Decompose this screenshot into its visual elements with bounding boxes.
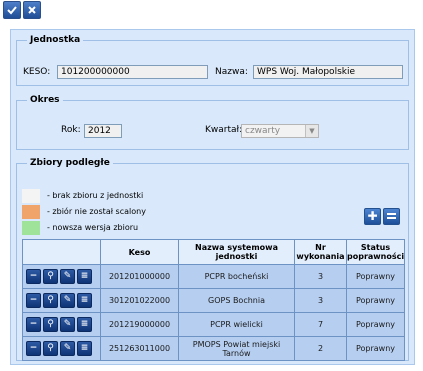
checkmark-icon: [7, 6, 17, 15]
cell-nr: 2: [294, 336, 347, 361]
cell-status: Poprawny: [346, 312, 405, 337]
keso-field[interactable]: 101200000000: [57, 65, 208, 79]
search-icon: ⚲: [47, 271, 54, 281]
cell-status: Poprawny: [346, 288, 405, 313]
header-actions: [22, 239, 101, 265]
details-button[interactable]: ≡: [77, 317, 92, 332]
cell-keso: 301201022000: [100, 288, 179, 313]
legend-swatch-brak: [22, 189, 40, 203]
search-button[interactable]: ⚲: [43, 293, 58, 308]
pencil-icon: ✎: [63, 343, 72, 353]
table-row[interactable]: − ⚲ ✎ ≡ 201201000000 PCPR bocheński 3 Po…: [22, 264, 405, 289]
header-status: Status poprawności: [346, 239, 405, 265]
table-header: Keso Nazwa systemowa jednostki Nr wykona…: [22, 239, 405, 265]
cell-status: Poprawny: [346, 264, 405, 289]
details-icon: ≡: [80, 319, 89, 329]
cell-keso: 201201000000: [100, 264, 179, 289]
list-icon: [387, 213, 396, 219]
close-button[interactable]: [23, 1, 41, 19]
edit-button[interactable]: ✎: [60, 293, 75, 308]
toolbar: [0, 0, 423, 25]
add-subunit-button[interactable]: ✚: [364, 208, 381, 225]
table-row[interactable]: − ⚲ ✎ ≡ 251263011000 PMOPS Powiat miejsk…: [22, 336, 405, 361]
cell-keso: 251263011000: [100, 336, 179, 361]
edit-button[interactable]: ✎: [60, 317, 75, 332]
nazwa-field[interactable]: WPS Woj. Małopolskie: [253, 65, 403, 79]
rok-label: Rok:: [61, 125, 81, 135]
legend-text-brak: - brak zbioru z jednostki: [47, 191, 144, 200]
close-icon: [28, 6, 36, 14]
jednostka-legend: Jednostka: [27, 34, 84, 46]
pencil-icon: ✎: [63, 295, 72, 305]
search-icon: ⚲: [47, 319, 54, 329]
keso-label: KESO:: [23, 67, 51, 77]
table-row[interactable]: − ⚲ ✎ ≡ 301201022000 GOPS Bochnia 3 Popr…: [22, 288, 405, 313]
okres-legend: Okres: [27, 94, 63, 106]
table-row[interactable]: − ⚲ ✎ ≡ 201219000000 PCPR wielicki 7 Pop…: [22, 312, 405, 337]
header-nazwa: Nazwa systemowa jednostki: [178, 239, 295, 265]
header-nr: Nr wykonania: [294, 239, 347, 265]
search-button[interactable]: ⚲: [43, 341, 58, 356]
cell-status: Poprawny: [346, 336, 405, 361]
kwartal-value: czwarty: [245, 126, 281, 136]
cell-nr: 7: [294, 312, 347, 337]
details-button[interactable]: ≡: [77, 341, 92, 356]
row-actions: − ⚲ ✎ ≡: [22, 312, 101, 337]
legend-text-nowsza: - nowsza wersja zbioru: [47, 223, 139, 232]
header-keso: Keso: [100, 239, 179, 265]
nazwa-label: Nazwa:: [215, 67, 248, 77]
remove-button[interactable]: −: [26, 269, 41, 284]
add-plus-icon: ✚: [367, 209, 378, 223]
details-icon: ≡: [80, 295, 89, 305]
row-actions: − ⚲ ✎ ≡: [22, 288, 101, 313]
main-panel: Jednostka KESO: 101200000000 Nazwa: WPS …: [10, 29, 415, 365]
zbiory-fieldset: Zbiory podległe - brak zbioru z jednostk…: [16, 157, 409, 361]
jednostka-fieldset: Jednostka KESO: 101200000000 Nazwa: WPS …: [16, 34, 409, 86]
search-icon: ⚲: [47, 295, 54, 305]
list-button[interactable]: [383, 208, 400, 225]
legend-text-nie-scalony: - zbiór nie został scalony: [47, 207, 146, 216]
search-button[interactable]: ⚲: [43, 317, 58, 332]
legend-swatch-nowsza: [22, 221, 40, 235]
pencil-icon: ✎: [63, 319, 72, 329]
chevron-down-icon: ▼: [305, 125, 318, 137]
details-button[interactable]: ≡: [77, 269, 92, 284]
zbiory-legend: Zbiory podległe: [27, 157, 113, 169]
remove-button[interactable]: −: [26, 341, 41, 356]
rok-field[interactable]: 2012: [84, 124, 122, 138]
cell-nazwa: PCPR bocheński: [178, 264, 295, 289]
details-icon: ≡: [80, 271, 89, 281]
row-actions: − ⚲ ✎ ≡: [22, 336, 101, 361]
kwartal-select[interactable]: czwarty ▼: [241, 124, 319, 138]
okres-fieldset: Okres Rok: 2012 Kwartał: czwarty ▼: [16, 94, 409, 150]
cell-nr: 3: [294, 288, 347, 313]
search-icon: ⚲: [47, 343, 54, 353]
details-button[interactable]: ≡: [77, 293, 92, 308]
zbiory-table: Keso Nazwa systemowa jednostki Nr wykona…: [22, 239, 405, 361]
pencil-icon: ✎: [63, 271, 72, 281]
row-actions: − ⚲ ✎ ≡: [22, 264, 101, 289]
cell-keso: 201219000000: [100, 312, 179, 337]
cell-nazwa: GOPS Bochnia: [178, 288, 295, 313]
remove-button[interactable]: −: [26, 293, 41, 308]
cell-nr: 3: [294, 264, 347, 289]
remove-button[interactable]: −: [26, 317, 41, 332]
cell-nazwa: PMOPS Powiat miejski Tarnów: [178, 336, 295, 361]
search-button[interactable]: ⚲: [43, 269, 58, 284]
kwartal-label: Kwartał:: [205, 125, 243, 135]
edit-button[interactable]: ✎: [60, 269, 75, 284]
cell-nazwa: PCPR wielicki: [178, 312, 295, 337]
confirm-button[interactable]: [3, 1, 21, 19]
legend-swatch-nie-scalony: [22, 205, 40, 219]
details-icon: ≡: [80, 343, 89, 353]
edit-button[interactable]: ✎: [60, 341, 75, 356]
